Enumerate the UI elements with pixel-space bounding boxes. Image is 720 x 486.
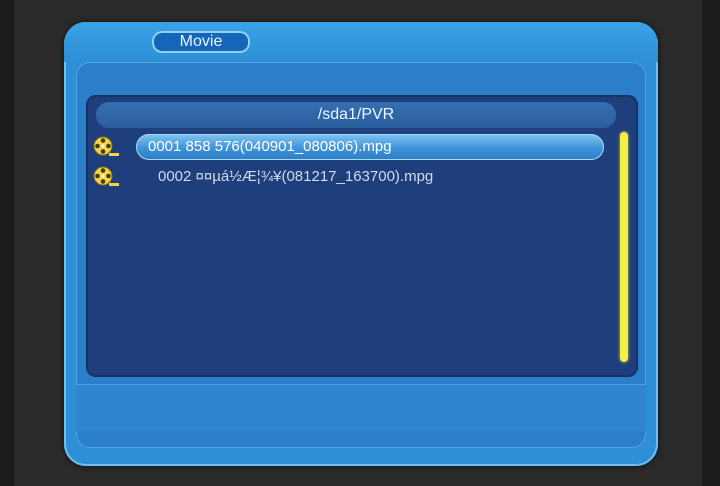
scrollbar[interactable] — [620, 132, 628, 362]
current-path: /sda1/PVR — [96, 102, 616, 128]
file-list-item[interactable]: 0002 ¤¤µá½Æ¦¾¥(081217_163700).mpg — [92, 164, 612, 190]
film-reel-icon — [93, 136, 119, 156]
file-name: 0002 ¤¤µá½Æ¦¾¥(081217_163700).mpg — [158, 168, 434, 185]
window-title: Movie — [152, 31, 250, 53]
footer-band — [76, 384, 646, 431]
file-list-item[interactable]: 0001 858 576(040901_080806).mpg — [92, 134, 612, 160]
film-reel-icon — [93, 166, 119, 186]
file-name: 0001 858 576(040901_080806).mpg — [148, 138, 392, 155]
